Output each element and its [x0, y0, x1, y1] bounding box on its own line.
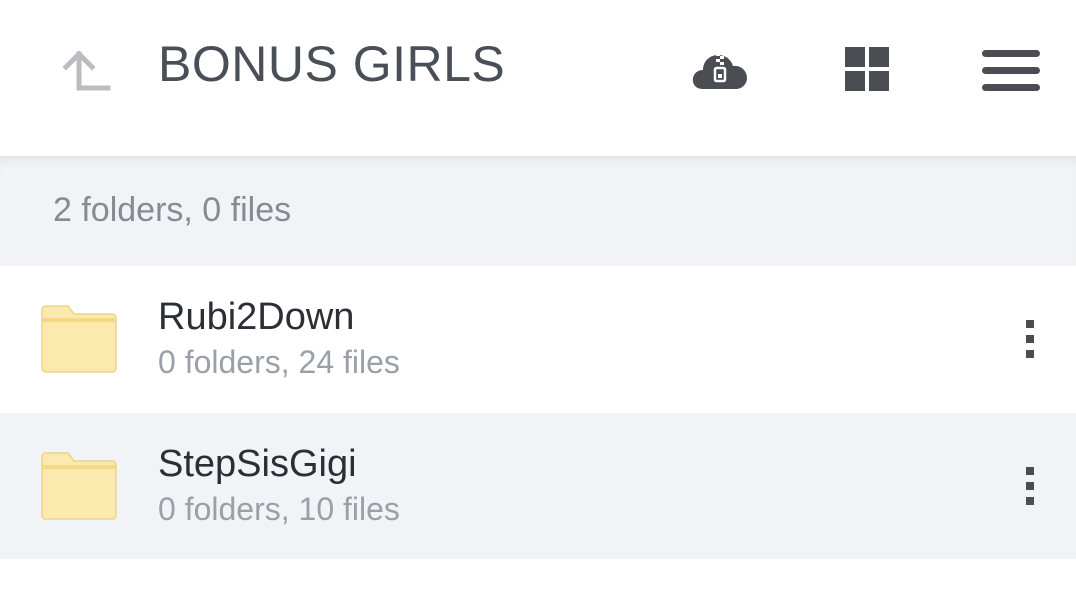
download-zip-button[interactable]	[686, 40, 754, 100]
page-title: BONUS GIRLS	[158, 36, 506, 92]
folder-summary-text: 2 folders, 0 files	[53, 191, 292, 229]
folder-icon	[41, 452, 117, 520]
more-vertical-icon	[1026, 320, 1034, 358]
file-browser: BONUS GIRLS 2 folders, 0 files Rubi2Down…	[0, 0, 1076, 589]
more-options-button[interactable]	[1010, 310, 1050, 370]
menu-button[interactable]	[974, 38, 1048, 104]
folder-meta: 0 folders, 24 files	[158, 344, 400, 380]
grid-view-icon	[845, 47, 889, 91]
folder-meta: 0 folders, 10 files	[158, 491, 400, 527]
cloud-zip-icon	[692, 53, 747, 89]
folder-name: Rubi2Down	[158, 296, 355, 338]
folder-name: StepSisGigi	[158, 443, 357, 485]
grid-view-button[interactable]	[836, 38, 898, 100]
up-arrow-icon	[62, 50, 111, 91]
folder-summary-bar: 2 folders, 0 files	[0, 156, 1076, 266]
list-item[interactable]: StepSisGigi 0 folders, 10 files	[0, 413, 1076, 559]
folder-icon	[41, 305, 117, 373]
list-item[interactable]: Rubi2Down 0 folders, 24 files	[0, 266, 1076, 412]
up-button[interactable]	[52, 40, 116, 100]
hamburger-menu-icon	[982, 50, 1040, 91]
more-options-button[interactable]	[1010, 457, 1050, 517]
more-vertical-icon	[1026, 467, 1034, 505]
app-header: BONUS GIRLS	[0, 0, 1076, 156]
